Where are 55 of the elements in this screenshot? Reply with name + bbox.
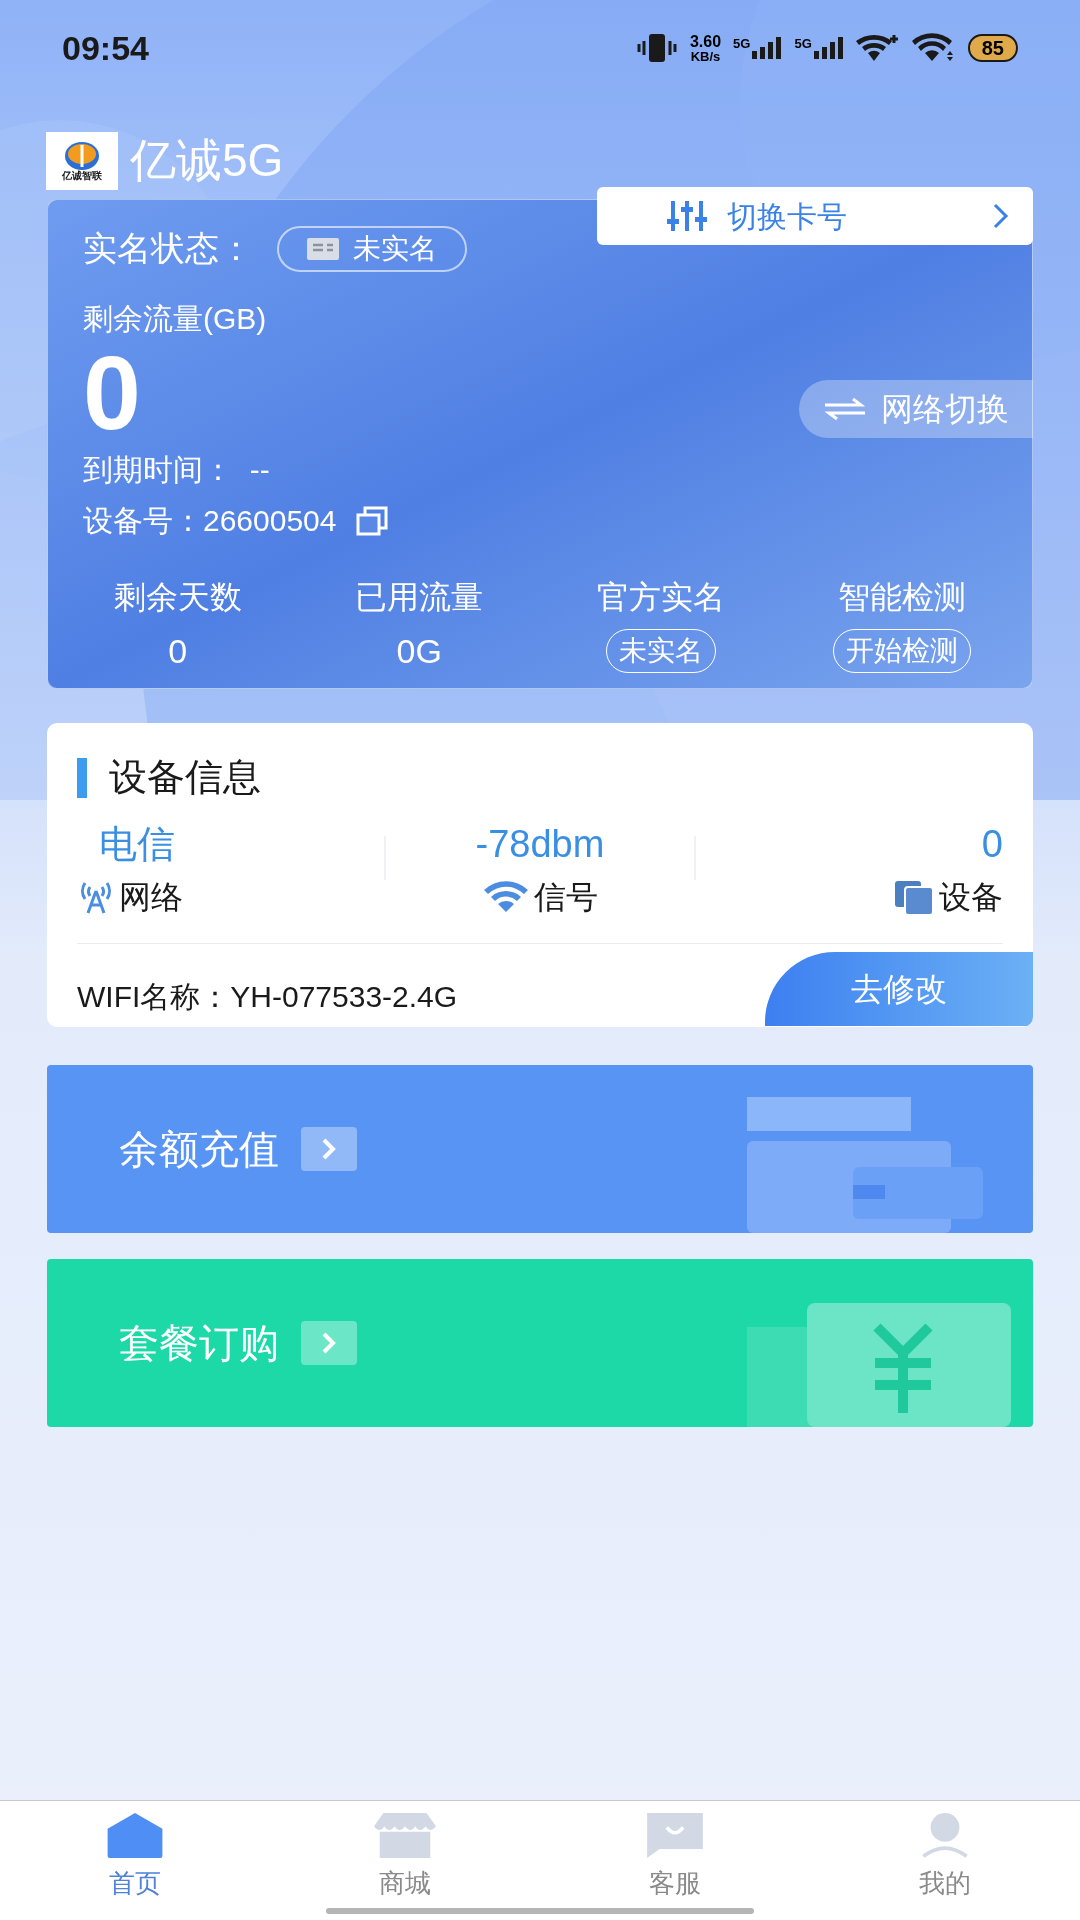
recharge-banner[interactable]: 余额充值 [47, 1065, 1033, 1233]
info-label: 网络 [119, 878, 183, 917]
accent-bar [77, 757, 87, 798]
remaining-data-label: 剩余流量(GB) [83, 301, 268, 337]
wifi-name: WIFI名称：YH-077533-2.4G [77, 978, 458, 1015]
wifi-icon [911, 33, 956, 63]
nav-tab[interactable]: 客服 [540, 1813, 810, 1903]
nav-tab[interactable]: 我的 [810, 1813, 1080, 1903]
stat-value: 0G [396, 631, 442, 672]
battery-indicator: 85 [967, 34, 1018, 62]
stat-label: 已用流量 [355, 578, 484, 617]
sliders-icon [667, 201, 707, 231]
info-value: -78dbm [475, 822, 605, 867]
swap-icon [825, 397, 865, 421]
devices-icon [895, 879, 935, 915]
section-title: 设备信息 [109, 755, 261, 800]
realname-label: 实名状态： [83, 228, 253, 269]
vibrate-icon [635, 33, 678, 63]
info-value: 0 [981, 822, 1003, 867]
nav-tab[interactable]: 首页 [0, 1813, 270, 1903]
package-banner[interactable]: 套餐订购 [47, 1259, 1033, 1427]
chevron-right-icon [301, 1127, 357, 1171]
speed-unit: KB/s [690, 49, 721, 63]
switch-card-button[interactable]: 切换卡号 [597, 187, 1033, 245]
stat-label: 剩余天数 [113, 578, 242, 617]
nav-tab[interactable]: 商城 [270, 1813, 540, 1903]
copy-icon[interactable] [356, 505, 389, 536]
network-switch-button[interactable]: 网络切换 [799, 380, 1033, 438]
realname-badge: 未实名 [277, 225, 467, 272]
signal-icon [813, 37, 844, 59]
network-type: 5G [733, 37, 751, 50]
device-number: 设备号：26600504 [83, 498, 389, 543]
stat-value: 0 [168, 631, 188, 672]
app-title: 亿诚5G [130, 133, 284, 188]
info-label: 信号 [534, 878, 598, 917]
signal-icon [752, 37, 783, 59]
stat-label: 官方实名 [596, 578, 725, 617]
edit-button[interactable]: 去修改 [765, 952, 1033, 1026]
network-type: 5G [794, 37, 812, 50]
speed-value: 3.60 [689, 33, 722, 50]
expiry-text: 到期时间： -- [83, 452, 271, 488]
info-value: 电信 [98, 822, 175, 867]
info-label: 设备 [939, 878, 1003, 917]
chevron-right-icon [993, 203, 1009, 229]
wifi-icon [855, 33, 900, 63]
home-icon [107, 1813, 163, 1858]
chevron-right-icon [301, 1321, 357, 1365]
app-logo: 亿诚智联 [46, 131, 118, 190]
wifi-icon [482, 880, 530, 914]
shop-icon [372, 1813, 438, 1858]
status-time: 09:54 [62, 27, 149, 69]
chat-icon [644, 1813, 706, 1858]
stat-label: 智能检测 [838, 578, 967, 617]
remaining-data-value: 0 [83, 345, 142, 441]
id-card-icon [307, 237, 339, 260]
